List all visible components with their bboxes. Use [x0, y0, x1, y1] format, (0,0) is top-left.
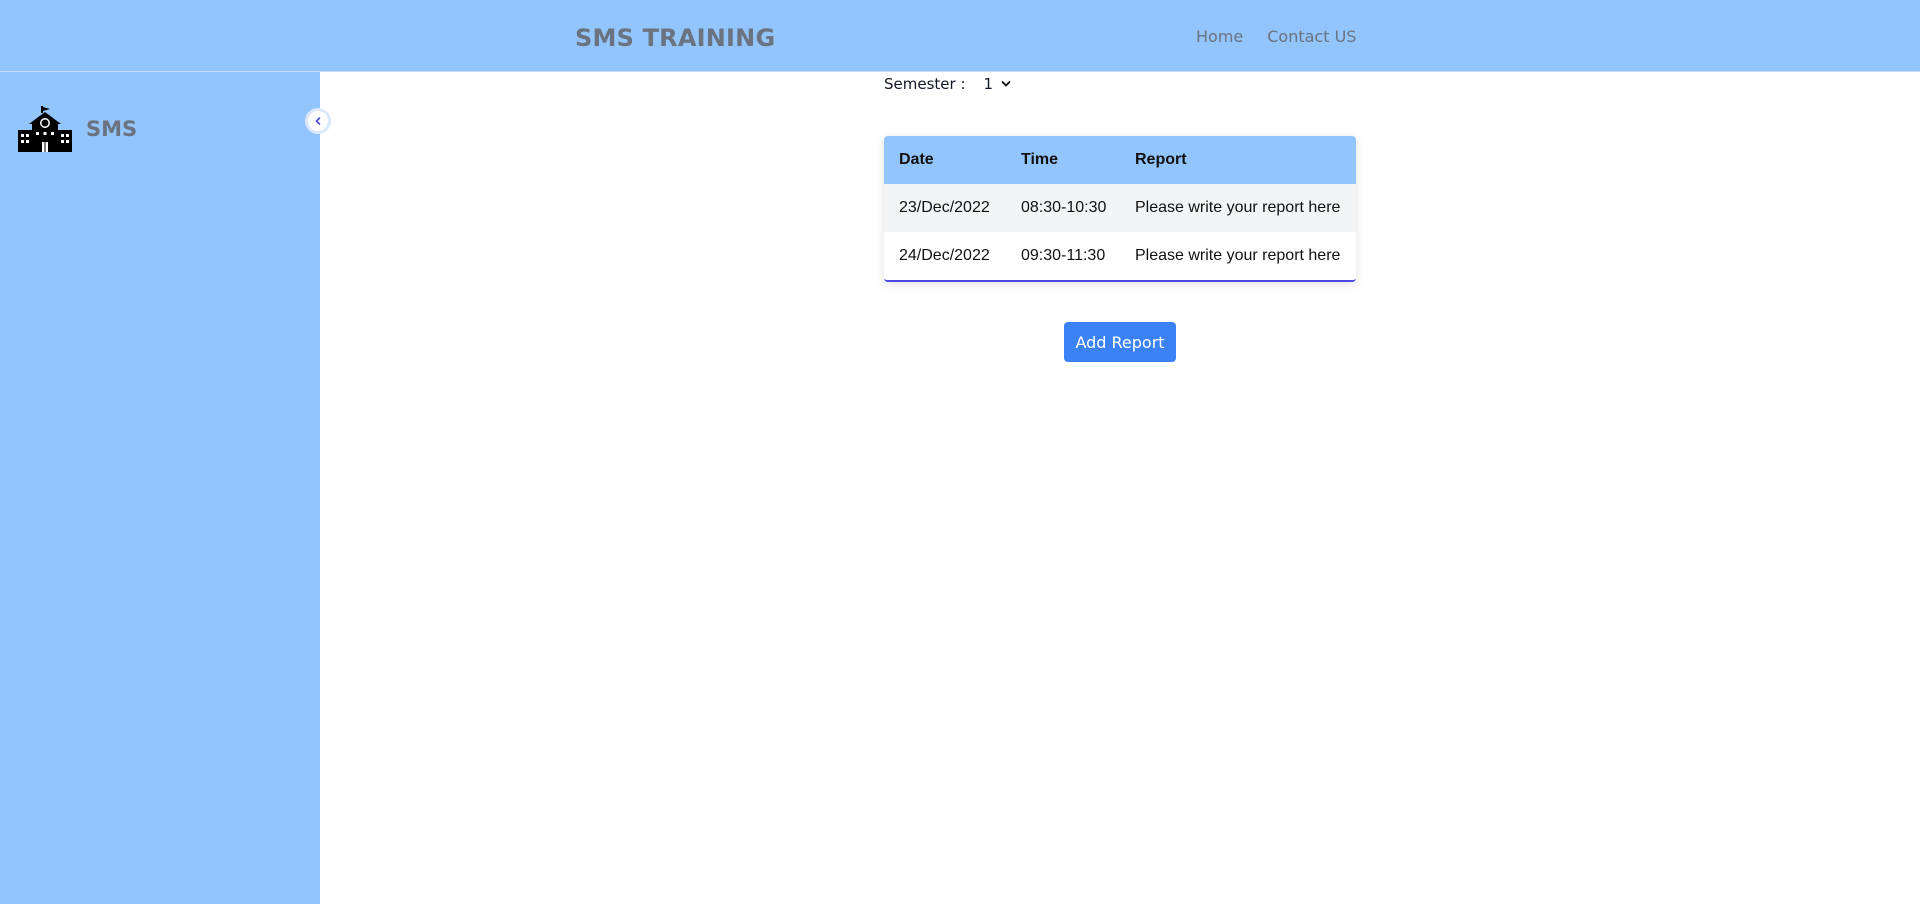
semester-label: Semester : [884, 75, 966, 93]
semester-filter: Semester : 1 [884, 75, 1011, 93]
column-header-date: Date [884, 136, 1006, 184]
report-table-card: Date Time Report 23/Dec/2022 08:30-10:30… [884, 136, 1356, 282]
nav-home-link[interactable]: Home [1196, 27, 1243, 46]
add-report-button[interactable]: Add Report [1064, 322, 1176, 362]
table-header-row: Date Time Report [884, 136, 1356, 184]
sidebar-brand[interactable]: SMS [18, 106, 137, 152]
cell-date: 23/Dec/2022 [884, 184, 1006, 232]
semester-selected-value: 1 [983, 75, 994, 93]
sidebar-collapse-button[interactable] [305, 108, 331, 134]
nav-contact-link[interactable]: Contact US [1267, 27, 1356, 46]
chevron-down-icon [1001, 81, 1011, 87]
sidebar-brand-label: SMS [86, 117, 138, 141]
semester-select[interactable]: 1 [984, 75, 1012, 93]
cell-time: 08:30-10:30 [1006, 184, 1120, 232]
table-row[interactable]: 24/Dec/2022 09:30-11:30 Please write you… [884, 232, 1356, 280]
cell-report[interactable]: Please write your report here [1120, 184, 1356, 232]
sidebar: SMS [0, 0, 320, 904]
top-nav: Home Contact US [1196, 27, 1380, 46]
school-building-icon [18, 106, 72, 152]
column-header-report: Report [1120, 136, 1356, 184]
cell-date: 24/Dec/2022 [884, 232, 1006, 280]
chevron-left-icon [315, 117, 321, 125]
cell-report[interactable]: Please write your report here [1120, 232, 1356, 280]
page-title: SMS TRAINING [575, 24, 776, 52]
app-root: SMS SMS TRAINING Home Contact US Semeste… [0, 0, 1920, 904]
column-header-time: Time [1006, 136, 1120, 184]
report-table: Date Time Report 23/Dec/2022 08:30-10:30… [884, 136, 1356, 280]
top-header: SMS TRAINING Home Contact US [0, 0, 1920, 72]
cell-time: 09:30-11:30 [1006, 232, 1120, 280]
table-row[interactable]: 23/Dec/2022 08:30-10:30 Please write you… [884, 184, 1356, 232]
